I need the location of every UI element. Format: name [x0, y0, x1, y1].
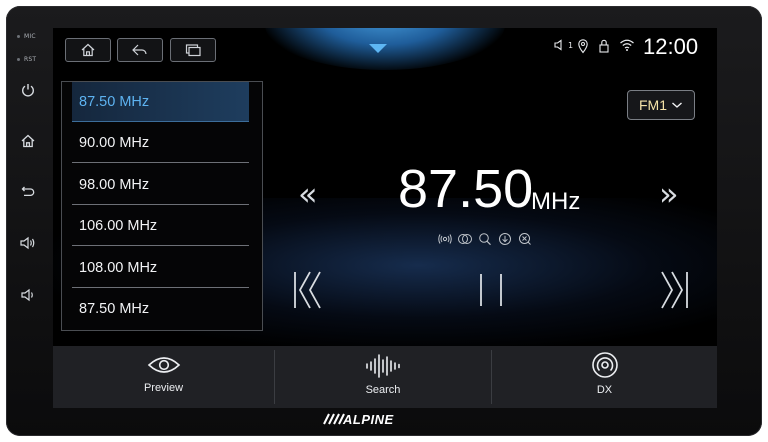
mic-label: MIC: [24, 33, 36, 40]
back-icon: [132, 44, 147, 56]
skip-forward-button[interactable]: [659, 270, 689, 310]
top-home-button[interactable]: [65, 38, 111, 62]
location-icon: [578, 39, 588, 54]
preset-item-6[interactable]: 87.50 MHz: [72, 289, 249, 329]
volume-up-button[interactable]: [18, 233, 38, 253]
power-button[interactable]: [18, 80, 38, 100]
band-label: FM1: [639, 97, 667, 113]
search-button[interactable]: Search: [275, 346, 491, 408]
volume-down-icon: [21, 288, 33, 302]
download-icon[interactable]: [497, 232, 513, 246]
current-frequency: 87.50: [398, 159, 534, 219]
pause-button[interactable]: [477, 272, 505, 308]
lock-status: [598, 38, 610, 54]
dx-button[interactable]: DX: [492, 346, 717, 408]
preview-label: Preview: [143, 382, 184, 394]
home-icon: [21, 134, 35, 148]
scan-icon[interactable]: [517, 232, 533, 246]
skip-back-button[interactable]: [293, 270, 323, 310]
waveform-icon: [366, 354, 400, 378]
preset-item-3[interactable]: 98.00 MHz: [72, 165, 249, 205]
volume-down-button[interactable]: [18, 285, 38, 305]
radio-screen: 1 12:00 87.50 MHz 90.00 MHz 98.00 MHz 10…: [53, 28, 717, 408]
side-home-button[interactable]: [18, 131, 38, 151]
brand-logo: ALPINE: [343, 412, 394, 427]
pull-down-arrow-icon[interactable]: [369, 44, 387, 53]
multitask-icon: [185, 44, 201, 57]
seek-prev-button[interactable]: «: [298, 178, 318, 210]
target-icon: [591, 352, 618, 378]
rst-label: RST: [24, 56, 37, 63]
mic-indicator: [17, 35, 20, 38]
dx-label: DX: [596, 384, 613, 396]
band-selector[interactable]: FM1: [627, 90, 695, 120]
feature-icon-row: [437, 232, 533, 246]
location-status: [577, 38, 589, 54]
power-icon: [22, 84, 34, 97]
preset-item-2[interactable]: 90.00 MHz: [72, 123, 249, 163]
volume-status: 1: [553, 38, 573, 52]
rst-indicator: [17, 58, 20, 61]
bottom-action-bar: Preview Search DX: [53, 346, 717, 408]
stereo-icon[interactable]: [457, 232, 473, 246]
broadcast-icon[interactable]: [437, 232, 453, 246]
seek-next-button[interactable]: »: [659, 178, 679, 210]
back-icon: [21, 186, 35, 197]
wifi-status: [619, 38, 635, 52]
preset-item-5[interactable]: 108.00 MHz: [72, 248, 249, 288]
frequency-unit: MHz: [531, 188, 581, 215]
eye-icon: [147, 357, 180, 373]
preset-list: 87.50 MHz 90.00 MHz 98.00 MHz 106.00 MHz…: [61, 81, 263, 331]
preset-item-4[interactable]: 106.00 MHz: [72, 206, 249, 246]
search-icon[interactable]: [477, 232, 493, 246]
wifi-icon: [620, 39, 634, 51]
preview-button[interactable]: Preview: [53, 346, 274, 408]
clock: 12:00: [643, 34, 699, 59]
top-back-button[interactable]: [117, 38, 163, 62]
home-icon: [81, 43, 95, 57]
volume-up-icon: [20, 236, 35, 250]
chevron-down-icon: [672, 102, 682, 108]
volume-level: 1: [568, 40, 574, 50]
multitask-button[interactable]: [170, 38, 216, 62]
volume-icon: [554, 39, 562, 51]
search-label: Search: [365, 384, 401, 396]
preset-item-1[interactable]: 87.50 MHz: [72, 82, 249, 122]
side-back-button[interactable]: [18, 182, 38, 202]
lock-icon: [599, 39, 609, 53]
